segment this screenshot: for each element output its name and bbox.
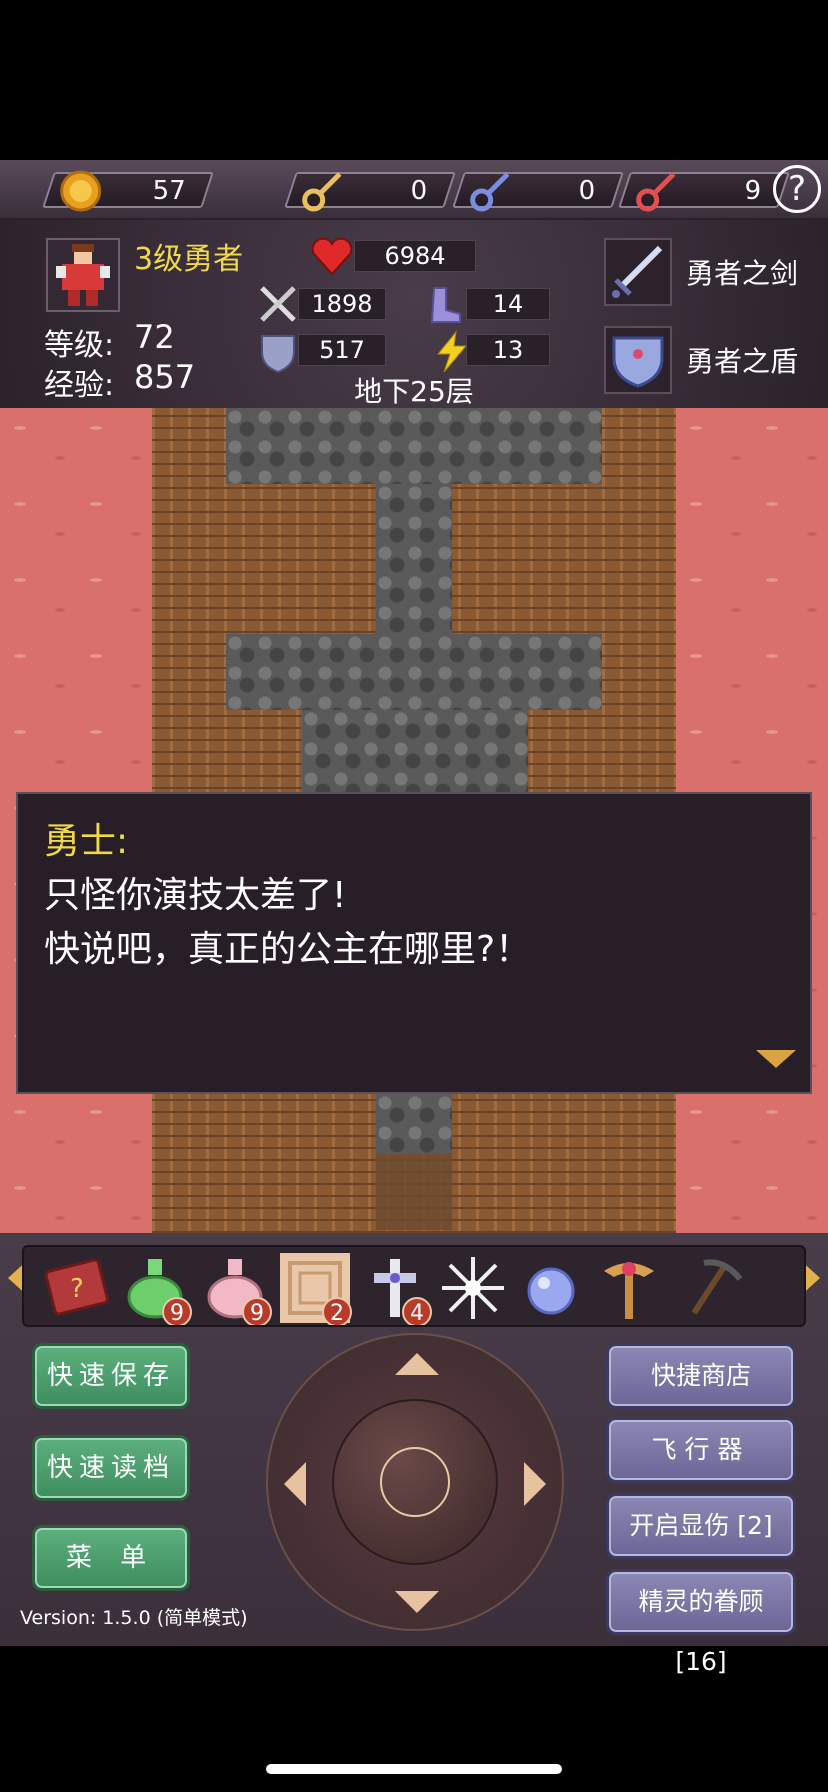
svg-text:?: ?	[70, 1274, 84, 1304]
red-key-counter: 9	[618, 172, 790, 212]
home-indicator[interactable]	[266, 1764, 562, 1774]
level-value: 72	[134, 318, 175, 356]
item-count-badge: 9	[162, 1297, 192, 1325]
stone-wall	[376, 1094, 452, 1154]
boots-icon	[424, 282, 468, 326]
red-key-value: 9	[745, 176, 762, 206]
stone-wall	[376, 484, 452, 634]
item-count-badge: 9	[242, 1297, 272, 1325]
blue-key-icon	[468, 168, 516, 214]
scroll-icon[interactable]: 2	[280, 1253, 352, 1325]
stone-wall	[226, 408, 602, 484]
menu-button[interactable]: 菜 单	[32, 1525, 190, 1591]
yellow-key-counter: 0	[284, 172, 456, 212]
item-count-badge: 2	[322, 1297, 352, 1325]
dpad-up-icon[interactable]	[395, 1353, 439, 1375]
direction-pad[interactable]	[266, 1333, 564, 1631]
gold-value: 57	[152, 176, 186, 206]
snowflake-icon[interactable]	[438, 1253, 508, 1323]
item-bar: ? 9 9 2 4	[22, 1245, 806, 1327]
yellow-key-value: 0	[411, 176, 428, 206]
sword-icon	[256, 282, 300, 326]
item-count-badge: 4	[402, 1297, 432, 1325]
pickaxe-icon[interactable]	[674, 1253, 744, 1323]
blue-key-value: 0	[579, 176, 596, 206]
orb-icon[interactable]	[516, 1253, 586, 1323]
hero-rank-title: 3级勇者	[134, 242, 244, 277]
dialog-speaker: 勇士:	[44, 821, 129, 862]
dpad-center[interactable]	[332, 1399, 498, 1565]
hero-avatar	[46, 238, 120, 312]
quick-shop-button[interactable]: 快捷商店	[606, 1343, 796, 1409]
stairs-tile	[376, 1154, 452, 1230]
dpad-right-icon[interactable]	[524, 1462, 546, 1506]
defense-value: 517	[298, 334, 386, 366]
quick-load-button[interactable]: 快速读档	[32, 1435, 190, 1501]
red-key-icon	[634, 168, 682, 214]
help-button[interactable]: ?	[773, 165, 821, 213]
agility-value: 13	[466, 334, 550, 366]
gold-counter: 57	[42, 170, 214, 212]
equipped-weapon-name: 勇者之剑	[686, 257, 799, 290]
heart-icon	[310, 234, 354, 278]
dialog-box[interactable]: 勇士: 只怪你演技太差了! 快说吧，真正的公主在哪里?！	[16, 792, 812, 1094]
spirit-blessing-button[interactable]: 精灵的眷顾 [16]	[606, 1569, 796, 1676]
magic-defense-value: 14	[466, 288, 550, 320]
gold-coin-icon	[58, 168, 106, 214]
hp-value: 6984	[354, 240, 476, 272]
level-label: 等级:	[44, 328, 115, 363]
dialog-line-2: 快说吧，真正的公主在哪里?！	[44, 929, 532, 970]
shield-icon	[256, 330, 300, 374]
show-damage-button[interactable]: 开启显伤 [2]	[606, 1493, 796, 1559]
dialog-continue-icon[interactable]	[756, 1050, 796, 1068]
control-panel: ? 9 9 2 4 快速保存 快速读档 菜 单 Version: 1.5.0 (…	[0, 1233, 828, 1676]
hero-sword-equip-icon	[604, 238, 672, 306]
stone-wall	[226, 634, 602, 710]
fly-button[interactable]: 飞行器	[606, 1417, 796, 1483]
dpad-center-ring	[380, 1447, 450, 1517]
floor-label: 地下25层	[354, 375, 474, 408]
dpad-left-icon[interactable]	[284, 1462, 306, 1506]
dialog-line-1: 只怪你演技太差了!	[44, 875, 347, 916]
attack-value: 1898	[298, 288, 386, 320]
green-potion-icon[interactable]: 9	[120, 1253, 192, 1325]
version-label: Version: 1.5.0 (简单模式)	[20, 1607, 248, 1629]
stone-wall	[302, 710, 528, 800]
game-screen: 57 0 0 9 ? 3级勇者 等级: 72 经验: 857 6984 1898…	[0, 0, 828, 1792]
dpad-down-icon[interactable]	[395, 1591, 439, 1613]
resource-bar: 57 0 0 9	[0, 160, 828, 220]
staff-icon[interactable]	[594, 1253, 664, 1323]
blue-key-counter: 0	[452, 172, 624, 212]
yellow-key-icon	[300, 168, 348, 214]
pink-potion-icon[interactable]: 9	[200, 1253, 272, 1325]
quick-save-button[interactable]: 快速保存	[32, 1343, 190, 1409]
cross-icon[interactable]: 4	[360, 1253, 432, 1325]
monster-book-icon[interactable]: ?	[42, 1253, 112, 1323]
